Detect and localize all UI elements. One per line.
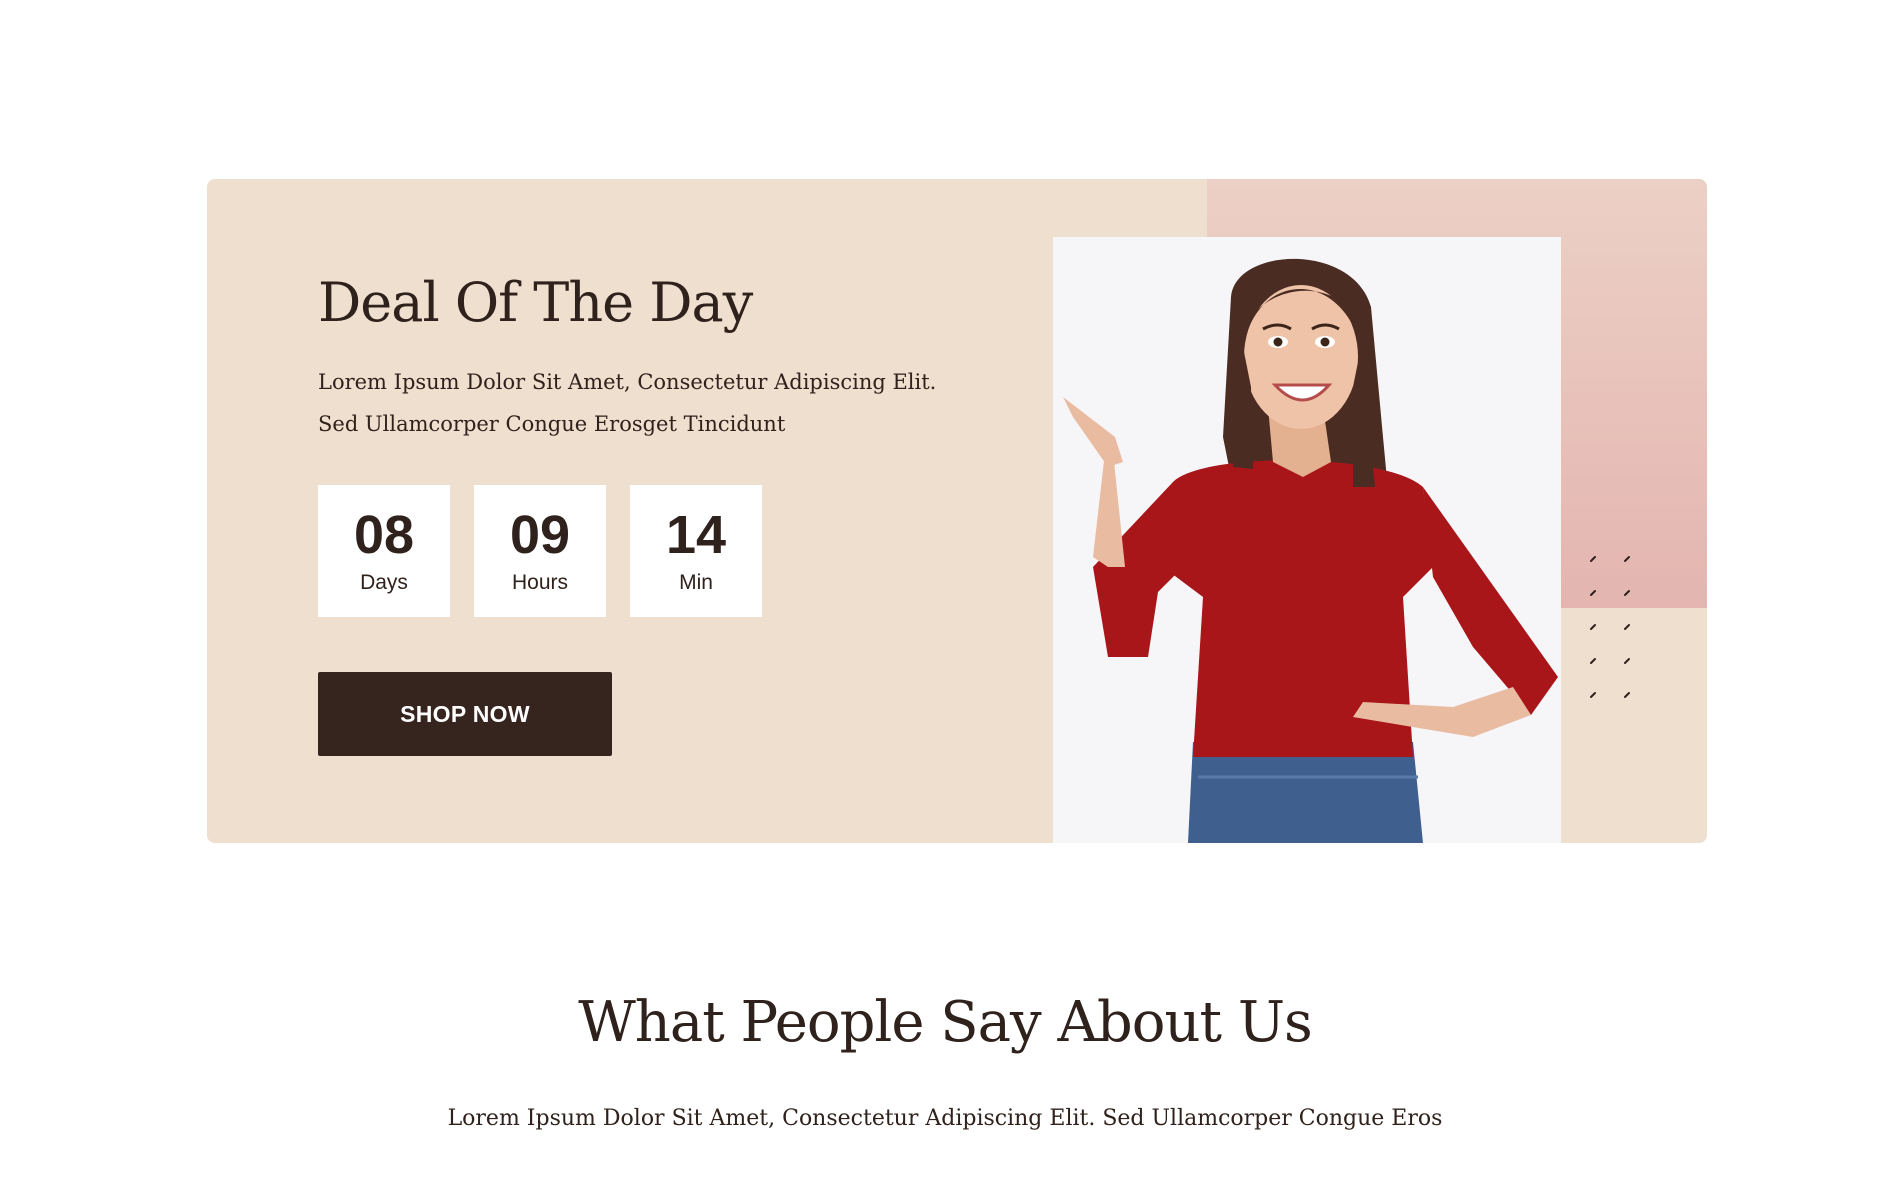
testimonials-subtitle: Lorem Ipsum Dolor Sit Amet, Consectetur … <box>447 1106 1443 1131</box>
countdown-days: 08 Days <box>318 485 450 617</box>
decorative-dots <box>1587 553 1637 713</box>
deal-description: Lorem Ipsum Dolor Sit Amet, Consectetur … <box>318 370 937 436</box>
countdown-days-label: Days <box>360 571 408 594</box>
countdown-hours: 09 Hours <box>474 485 606 617</box>
testimonials-title: What People Say About Us <box>578 990 1313 1055</box>
countdown-days-value: 08 <box>353 505 415 565</box>
countdown-hours-label: Hours <box>511 571 569 594</box>
countdown-minutes-label: Min <box>679 571 713 594</box>
deal-of-the-day-banner: Deal Of The Day Lorem Ipsum Dolor Sit Am… <box>207 179 1707 843</box>
countdown-hours-value: 09 <box>509 505 571 565</box>
countdown-minutes-value: 14 <box>665 505 727 565</box>
countdown-minutes: 14 Min <box>630 485 762 617</box>
countdown-timer: 08 Days 09 Hours 14 Min <box>318 485 762 617</box>
deal-model-photo <box>1053 237 1561 843</box>
deal-title: Deal Of The Day <box>318 271 753 334</box>
shop-now-button[interactable]: SHOP NOW <box>318 672 612 756</box>
